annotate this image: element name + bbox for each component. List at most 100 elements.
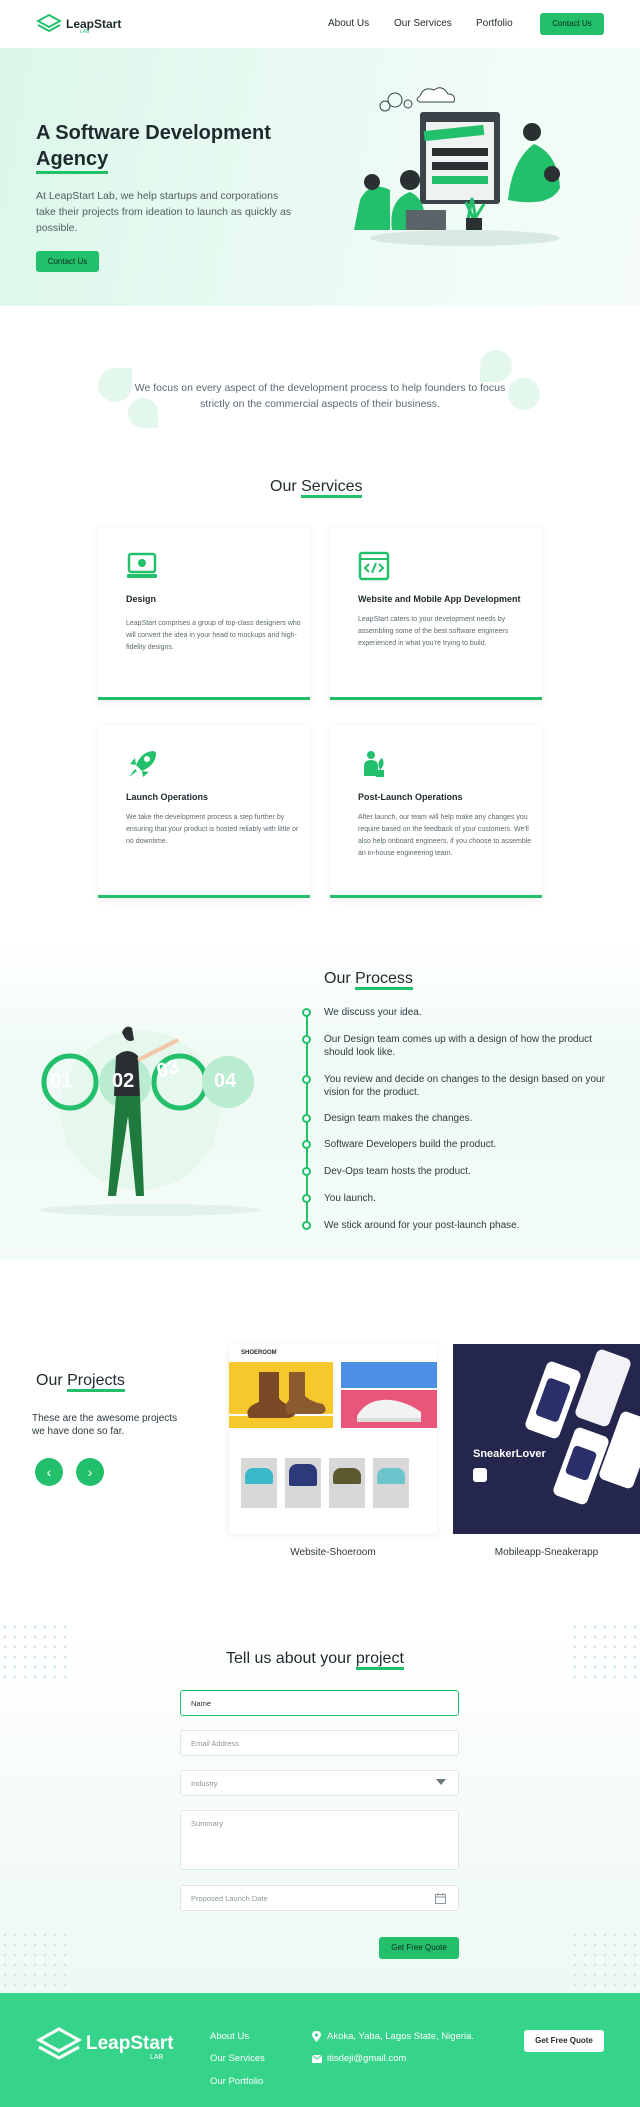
form-title: Tell us about your project bbox=[226, 1650, 404, 1670]
launch-date-input[interactable]: Proposed Launch Date bbox=[180, 1885, 459, 1911]
process-step-3: You review and decide on changes to the … bbox=[324, 1074, 605, 1098]
service-card-text: After launch, our team will help make an… bbox=[358, 814, 532, 857]
summary-placeholder: Summary bbox=[191, 1819, 224, 1828]
process-step-4: Design team makes the changes. bbox=[324, 1113, 473, 1124]
nav-portfolio[interactable]: Portfolio bbox=[476, 18, 513, 29]
nav-our-services[interactable]: Our Services bbox=[394, 18, 452, 29]
service-card-launch: Launch Operations We take the developmen… bbox=[98, 726, 310, 898]
footer-address: Akoka, Yaba, Lagos State, Nigeria. bbox=[327, 2031, 474, 2042]
logo-sub: LAB bbox=[80, 29, 90, 35]
process-number-02: 02 bbox=[112, 1070, 135, 1092]
footer-link-our-services[interactable]: Our Services bbox=[210, 2053, 265, 2064]
email-input[interactable]: Email Address bbox=[180, 1730, 459, 1756]
footer-link-our-portfolio[interactable]: Our Portfolio bbox=[210, 2076, 263, 2087]
process-number-01: 01 bbox=[50, 1070, 73, 1092]
hero-illustration bbox=[354, 87, 560, 246]
services-title: Our Services bbox=[270, 478, 363, 498]
projects-title-accent: Projects bbox=[67, 1372, 125, 1392]
footer-logo-text: LeapStart bbox=[86, 2033, 174, 2054]
form-section bbox=[0, 1620, 640, 1993]
service-card-text: LeapStart caters to your development nee… bbox=[358, 616, 509, 647]
hero-title: A Software Development Agency bbox=[36, 120, 326, 174]
hero-title-line1: A Software Development bbox=[36, 122, 271, 144]
prev-project-button[interactable]: ‹ bbox=[35, 1458, 63, 1486]
footer-email[interactable]: itisdeji@gmail.com bbox=[327, 2053, 406, 2064]
summary-textarea[interactable]: Summary bbox=[180, 1810, 459, 1870]
decor-dots-top-left bbox=[0, 1622, 70, 1682]
process-number-04: 04 bbox=[214, 1070, 237, 1092]
nav-about-us[interactable]: About Us bbox=[328, 18, 369, 29]
projects-title: Our Projects bbox=[36, 1372, 125, 1392]
step-dot bbox=[302, 1035, 311, 1044]
logo-icon bbox=[36, 14, 62, 33]
header-contact-button[interactable]: Contact Us bbox=[540, 13, 604, 35]
footer-logo-icon[interactable] bbox=[36, 2027, 82, 2063]
chevron-left-icon: ‹ bbox=[46, 1464, 52, 1480]
location-pin-icon bbox=[312, 2031, 321, 2042]
process-step-1: We discuss your idea. bbox=[324, 1007, 422, 1018]
industry-placeholder: Industry bbox=[191, 1778, 218, 1788]
date-placeholder: Proposed Launch Date bbox=[191, 1893, 268, 1903]
decor-blob-right-top bbox=[480, 350, 512, 382]
service-card-text: We take the development process a step f… bbox=[126, 814, 299, 845]
site-header: LeapStart LAB About Us Our Services Port… bbox=[0, 0, 640, 48]
code-icon bbox=[358, 551, 390, 581]
step-dot bbox=[302, 1167, 311, 1176]
name-input[interactable]: Name bbox=[180, 1690, 459, 1716]
services-title-plain: Our bbox=[270, 478, 302, 495]
form-title-plain: Tell us about your bbox=[226, 1650, 356, 1667]
hero-subtitle: At LeapStart Lab, we help startups and c… bbox=[36, 190, 292, 234]
step-dot bbox=[302, 1008, 311, 1017]
industry-select[interactable]: Industry bbox=[180, 1770, 459, 1796]
services-title-accent: Services bbox=[301, 478, 363, 498]
process-illustration bbox=[40, 1026, 260, 1216]
logo-text: LeapStart bbox=[66, 17, 122, 31]
sneakerapp-brand: SneakerLover bbox=[473, 1448, 546, 1460]
step-dot bbox=[302, 1194, 311, 1203]
next-project-button[interactable]: › bbox=[76, 1458, 104, 1486]
footer-get-quote-button[interactable]: Get Free Quote bbox=[524, 2030, 604, 2052]
service-card-post-launch: Post-Launch Operations After launch, our… bbox=[330, 726, 542, 898]
decor-dots-bottom-right bbox=[570, 1930, 640, 1990]
focus-statement: We focus on every aspect of the developm… bbox=[134, 382, 506, 410]
shoeroom-brand: SHOEROOM bbox=[241, 1350, 277, 1356]
mail-icon bbox=[312, 2055, 322, 2063]
project-caption-sneakerapp: Mobileapp-Sneakerapp bbox=[494, 1547, 599, 1558]
process-step-5: Software Developers build the product. bbox=[324, 1139, 497, 1150]
process-step-2: Our Design team comes up with a design o… bbox=[324, 1034, 592, 1058]
step-dot bbox=[302, 1140, 311, 1149]
app-logo-icon bbox=[473, 1468, 487, 1482]
rocket-icon bbox=[129, 751, 156, 777]
get-free-quote-button[interactable]: Get Free Quote bbox=[379, 1937, 459, 1959]
thumb-shoe bbox=[377, 1468, 405, 1484]
service-card-development: Website and Mobile App Development LeapS… bbox=[330, 528, 542, 700]
projects-title-plain: Our bbox=[36, 1372, 68, 1389]
project-card-sneakerapp[interactable]: SneakerLover bbox=[453, 1344, 640, 1534]
laptop-icon bbox=[127, 552, 157, 578]
email-placeholder: Email Address bbox=[191, 1738, 239, 1748]
shoeroom-tile-blue bbox=[341, 1362, 437, 1388]
chevron-down-icon bbox=[436, 1779, 446, 1785]
sneaker-image bbox=[357, 1399, 421, 1422]
logo[interactable]: LeapStart LAB bbox=[36, 14, 122, 35]
form-title-accent: project bbox=[355, 1650, 404, 1670]
thumb-shoe bbox=[245, 1468, 273, 1484]
process-title-accent: Process bbox=[355, 970, 413, 990]
project-caption-shoeroom: Website-Shoeroom bbox=[290, 1547, 376, 1558]
decor-dots-bottom-left bbox=[0, 1930, 70, 1990]
hero-contact-button[interactable]: Contact Us bbox=[36, 251, 99, 272]
service-card-text: LeapStart comprises a group of top-class… bbox=[126, 620, 301, 651]
service-card-title: Launch Operations bbox=[126, 792, 209, 802]
hero-title-accent: Agency bbox=[36, 148, 109, 174]
footer-link-about-us[interactable]: About Us bbox=[210, 2031, 249, 2042]
thumb-shoe bbox=[333, 1468, 361, 1484]
process-title-plain: Our bbox=[324, 970, 356, 987]
footer-logo-sub: LAB bbox=[150, 2054, 164, 2061]
name-placeholder: Name bbox=[191, 1698, 212, 1708]
project-card-shoeroom[interactable]: SHOEROOM bbox=[229, 1344, 437, 1534]
service-card-design: Design LeapStart comprises a group of to… bbox=[98, 528, 310, 700]
process-title: Our Process bbox=[324, 970, 413, 990]
service-card-title: Website and Mobile App Development bbox=[358, 594, 521, 604]
calendar-icon[interactable] bbox=[435, 1893, 446, 1904]
step-dot bbox=[302, 1221, 311, 1230]
